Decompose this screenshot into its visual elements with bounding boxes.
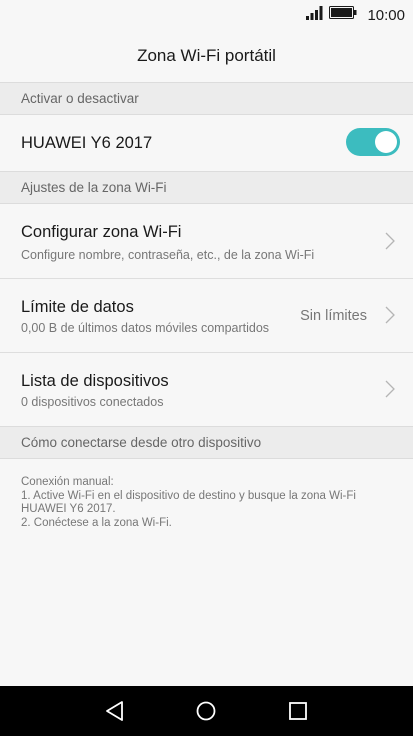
title-bar: Zona Wi-Fi portátil [0,30,413,82]
screen: 10:00 Zona Wi-Fi portátil Activar o desa… [0,0,413,736]
connection-instructions: Conexión manual: 1. Active Wi-Fi en el d… [21,476,401,530]
section-header-settings: Ajustes de la zona Wi-Fi [0,171,413,204]
status-bar: 10:00 [0,0,413,30]
recents-square-icon[interactable] [287,700,309,722]
device-list-row[interactable]: Lista de dispositivos 0 dispositivos con… [0,353,413,427]
back-triangle-icon[interactable] [104,700,126,722]
device-name-label: HUAWEI Y6 2017 [21,134,153,152]
home-circle-icon[interactable] [195,700,217,722]
page-title: Zona Wi-Fi portátil [137,46,276,65]
configure-hotspot-subtitle: Configure nombre, contraseña, etc., de l… [21,248,315,262]
data-limit-row[interactable]: Límite de datos 0,00 B de últimos datos … [0,279,413,353]
navigation-bar [0,686,413,736]
device-list-subtitle: 0 dispositivos conectados [21,395,164,409]
data-limit-value: Sin límites [300,308,367,324]
toggle-knob [375,131,397,153]
chevron-right-icon [385,380,395,398]
instruction-line: 2. Conéctese a la zona Wi-Fi. [21,516,172,529]
device-list-title: Lista de dispositivos [21,372,169,390]
data-limit-title: Límite de datos [21,298,134,316]
configure-hotspot-row[interactable]: Configurar zona Wi-Fi Configure nombre, … [0,204,413,279]
hotspot-toggle-row[interactable]: HUAWEI Y6 2017 [0,115,413,171]
section-header-activate: Activar o desactivar [0,82,413,115]
hotspot-toggle[interactable] [346,128,400,156]
instruction-line: Conexión manual: [21,476,114,488]
chevron-right-icon [385,232,395,250]
battery-icon [329,6,357,24]
instruction-line: HUAWEI Y6 2017. [21,503,116,515]
configure-hotspot-title: Configurar zona Wi-Fi [21,223,182,241]
data-limit-subtitle: 0,00 B de últimos datos móviles comparti… [21,321,270,335]
section-header-connect: Cómo conectarse desde otro dispositivo [0,426,413,459]
signal-bars-icon [305,5,323,25]
instruction-line: 1. Active Wi-Fi en el dispositivo de des… [21,489,356,502]
chevron-right-icon [385,306,395,324]
status-time: 10:00 [367,6,405,24]
